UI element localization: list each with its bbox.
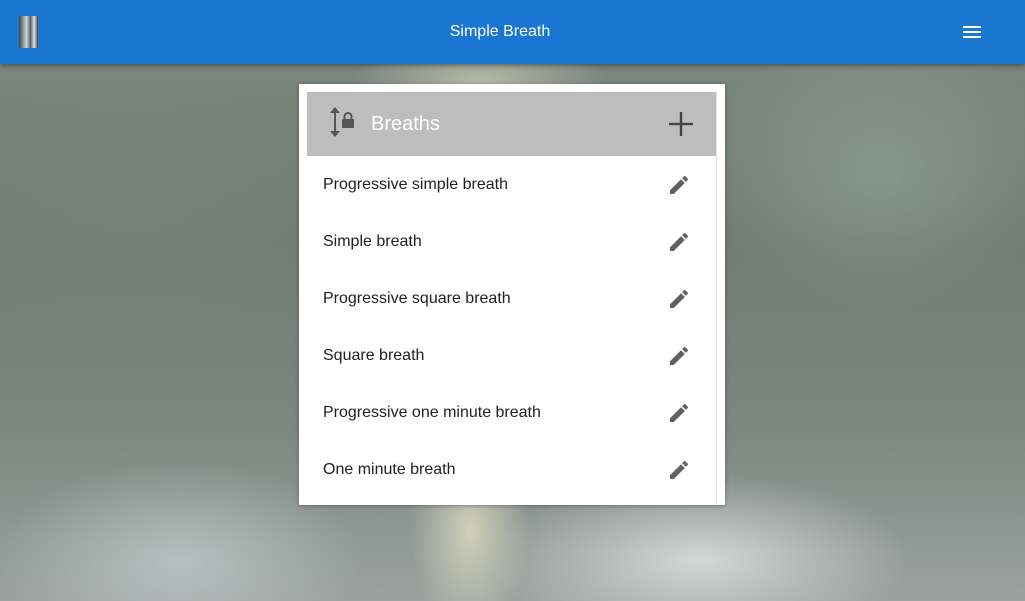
breaths-card-content: Breaths Progressive simple breath Simple… (307, 92, 717, 505)
edit-button[interactable] (667, 401, 691, 425)
list-item[interactable]: Progressive square breath (307, 270, 716, 327)
reorder-lock-icon (330, 107, 354, 137)
breaths-list: Progressive simple breath Simple breath … (307, 156, 716, 498)
pencil-icon (670, 346, 689, 365)
edit-button[interactable] (667, 230, 691, 254)
reorder-lock-button[interactable] (327, 106, 357, 138)
breaths-card: Breaths Progressive simple breath Simple… (299, 84, 725, 505)
breath-label[interactable]: Progressive square breath (323, 270, 511, 327)
app-bar: Simple Breath (0, 0, 1025, 64)
list-item[interactable]: Progressive simple breath (307, 156, 716, 213)
pencil-icon (670, 289, 689, 308)
menu-button[interactable] (956, 20, 988, 44)
pencil-icon (670, 232, 689, 251)
plus-icon (669, 112, 693, 136)
edit-button[interactable] (667, 173, 691, 197)
pencil-icon (670, 403, 689, 422)
breath-label[interactable]: Simple breath (323, 213, 422, 270)
pencil-icon (670, 460, 689, 479)
breath-label[interactable]: Square breath (323, 327, 424, 384)
edit-button[interactable] (667, 287, 691, 311)
breaths-title: Breaths (371, 113, 440, 135)
edit-button[interactable] (667, 344, 691, 368)
breath-label[interactable]: Progressive simple breath (323, 156, 508, 213)
breath-label[interactable]: One minute breath (323, 441, 456, 498)
breath-label[interactable]: Progressive one minute breath (323, 384, 541, 441)
pencil-icon (670, 175, 689, 194)
edit-button[interactable] (667, 458, 691, 482)
app-title: Simple Breath (449, 23, 551, 40)
list-item[interactable]: Progressive one minute breath (307, 384, 716, 441)
list-item[interactable]: One minute breath (307, 441, 716, 498)
list-item[interactable]: Square breath (307, 327, 716, 384)
add-breath-button[interactable] (663, 106, 699, 142)
list-item[interactable]: Simple breath (307, 213, 716, 270)
breaths-card-header: Breaths (307, 92, 716, 156)
hamburger-menu-icon (963, 26, 981, 38)
